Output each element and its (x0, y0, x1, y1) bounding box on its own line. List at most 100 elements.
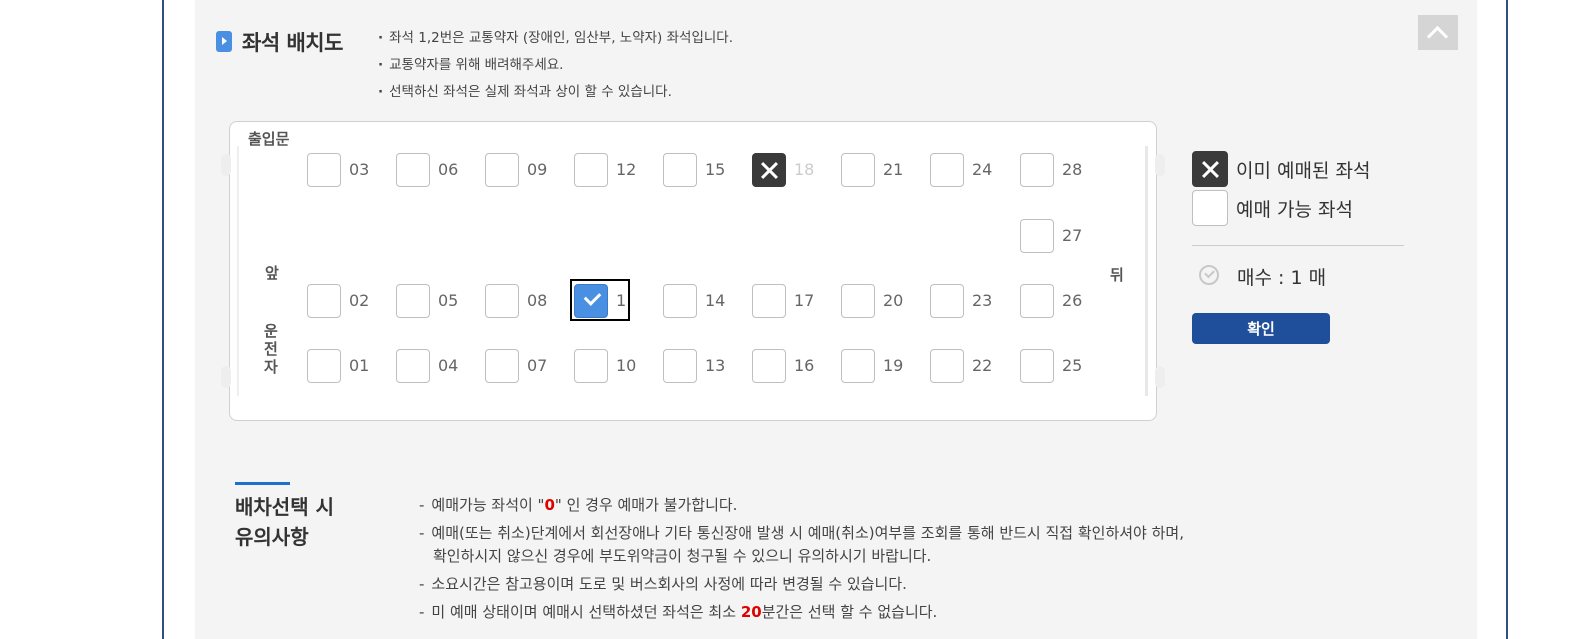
seat-checkbox[interactable] (307, 153, 341, 187)
ticket-count: 매수 : 1 매 (1237, 267, 1327, 289)
seat-checkbox[interactable] (307, 284, 341, 318)
seat-checkbox[interactable] (841, 284, 875, 318)
seat-05[interactable]: 05 (396, 284, 458, 318)
seat-checkbox[interactable] (930, 284, 964, 318)
note-item: 선택하신 좌석은 실제 좌석과 상이 할 수 있습니다. (378, 82, 733, 109)
seat-14[interactable]: 14 (663, 284, 725, 318)
seat-01[interactable]: 01 (307, 349, 369, 383)
seat-checkbox[interactable] (1020, 219, 1054, 253)
seat-number: 15 (705, 160, 726, 179)
seat-25[interactable]: 25 (1020, 349, 1082, 383)
seat-09[interactable]: 09 (485, 153, 547, 187)
seat-17[interactable]: 17 (752, 284, 814, 318)
seat-number: 01 (349, 356, 370, 375)
caution-item: 예매가능 좌석이 "0" 인 경우 예매가 불가합니다. (419, 494, 1184, 517)
seat-04[interactable]: 04 (396, 349, 458, 383)
section-title: 좌석 배치도 (242, 31, 343, 55)
seat-number: 05 (438, 291, 459, 310)
seat-checkbox[interactable] (752, 284, 786, 318)
back-label: 뒤 (1110, 266, 1124, 284)
seat-number: 14 (705, 291, 726, 310)
seat-number: 1 (616, 291, 627, 310)
bus-edge-marker (1155, 154, 1165, 176)
seat-16[interactable]: 16 (752, 349, 814, 383)
bus-scrollbar[interactable] (1145, 146, 1148, 396)
seat-checkbox[interactable] (574, 349, 608, 383)
seat-12[interactable]: 12 (574, 153, 636, 187)
seat-26[interactable]: 26 (1020, 284, 1082, 318)
scroll-top-button[interactable] (1418, 15, 1458, 50)
seat-number: 28 (1062, 160, 1083, 179)
seat-18: 18 (752, 153, 814, 187)
seat-24[interactable]: 24 (930, 153, 992, 187)
caution-list: 예매가능 좌석이 "0" 인 경우 예매가 불가합니다. 예매(또는 취소)단계… (419, 494, 1184, 629)
caution-item: 소요시간은 참고용이며 도로 및 버스회사의 사정에 따라 변경될 수 있습니다… (419, 573, 1184, 596)
caution-text: 예매가능 좌석이 " (431, 496, 545, 514)
seat-1[interactable]: 1 (570, 279, 630, 321)
seat-21[interactable]: 21 (841, 153, 903, 187)
seat-15[interactable]: 15 (663, 153, 725, 187)
seat-checkbox[interactable] (752, 349, 786, 383)
caution-text: 미 예매 상태이며 예매시 선택하셨던 좌석은 최소 (431, 603, 741, 621)
seat-13[interactable]: 13 (663, 349, 725, 383)
seat-checkbox[interactable] (396, 153, 430, 187)
caution-text: 소요시간은 참고용이며 도로 및 버스회사의 사정에 따라 변경될 수 있습니다… (431, 575, 907, 593)
seat-number: 24 (972, 160, 993, 179)
caution-title-line: 유의사항 (235, 525, 309, 549)
seat-checkbox[interactable] (307, 349, 341, 383)
seat-number: 09 (527, 160, 548, 179)
seat-checkbox[interactable] (574, 153, 608, 187)
seat-checkbox[interactable] (663, 349, 697, 383)
seat-checkbox[interactable] (841, 349, 875, 383)
bus-edge-marker (221, 366, 231, 388)
bus-wall-left (237, 146, 239, 396)
seat-checkbox[interactable] (485, 349, 519, 383)
seat-20[interactable]: 20 (841, 284, 903, 318)
seat-checkbox[interactable] (1020, 153, 1054, 187)
caution-highlight: 20 (740, 603, 762, 621)
seat-number: 08 (527, 291, 548, 310)
seat-checkbox[interactable] (396, 284, 430, 318)
seat-number: 03 (349, 160, 370, 179)
confirm-button[interactable]: 확인 (1192, 313, 1330, 344)
bus-edge-marker (221, 154, 231, 176)
seat-checkbox[interactable] (485, 284, 519, 318)
seat-checkbox[interactable] (930, 153, 964, 187)
play-arrow-icon (216, 31, 232, 52)
caution-title: 배차선택 시 유의사항 (235, 492, 334, 552)
caution-text: " 인 경우 예매가 불가합니다. (554, 496, 738, 514)
seat-sold-x-icon (752, 153, 786, 187)
seat-number: 20 (883, 291, 904, 310)
note-item: 교통약자를 위해 배려해주세요. (378, 55, 733, 82)
seat-checkbox[interactable] (663, 153, 697, 187)
seat-03[interactable]: 03 (307, 153, 369, 187)
available-seat-legend-icon (1192, 190, 1228, 226)
notes-list: 좌석 1,2번은 교통약자 (장애인, 임산부, 노약자) 좌석입니다. 교통약… (378, 28, 733, 109)
seat-23[interactable]: 23 (930, 284, 992, 318)
seat-checkbox[interactable] (930, 349, 964, 383)
seat-checkbox[interactable] (663, 284, 697, 318)
seat-22[interactable]: 22 (930, 349, 992, 383)
caution-item: 예매(또는 취소)단계에서 회선장애나 기타 통신장애 발생 시 예매(취소)여… (419, 522, 1184, 568)
seat-07[interactable]: 07 (485, 349, 547, 383)
bus-edge-marker (1155, 366, 1165, 388)
seat-checkbox[interactable] (841, 153, 875, 187)
seat-10[interactable]: 10 (574, 349, 636, 383)
seat-27[interactable]: 27 (1020, 219, 1082, 253)
seat-checkbox[interactable] (1020, 349, 1054, 383)
seat-28[interactable]: 28 (1020, 153, 1082, 187)
frame-border-left (162, 0, 164, 639)
sold-seat-legend-label: 이미 예매된 좌석 (1236, 160, 1371, 182)
seat-08[interactable]: 08 (485, 284, 547, 318)
seat-checkbox[interactable] (396, 349, 430, 383)
seat-number: 10 (616, 356, 637, 375)
seat-02[interactable]: 02 (307, 284, 369, 318)
seat-06[interactable]: 06 (396, 153, 458, 187)
seat-19[interactable]: 19 (841, 349, 903, 383)
caution-item: 미 예매 상태이며 예매시 선택하셨던 좌석은 최소 20분간은 선택 할 수 … (419, 601, 1184, 624)
seat-checkbox[interactable] (1020, 284, 1054, 318)
frame-border-right (1506, 0, 1508, 639)
seat-number: 26 (1062, 291, 1083, 310)
seat-checkbox[interactable] (485, 153, 519, 187)
entrance-label: 출입문 (248, 130, 290, 148)
